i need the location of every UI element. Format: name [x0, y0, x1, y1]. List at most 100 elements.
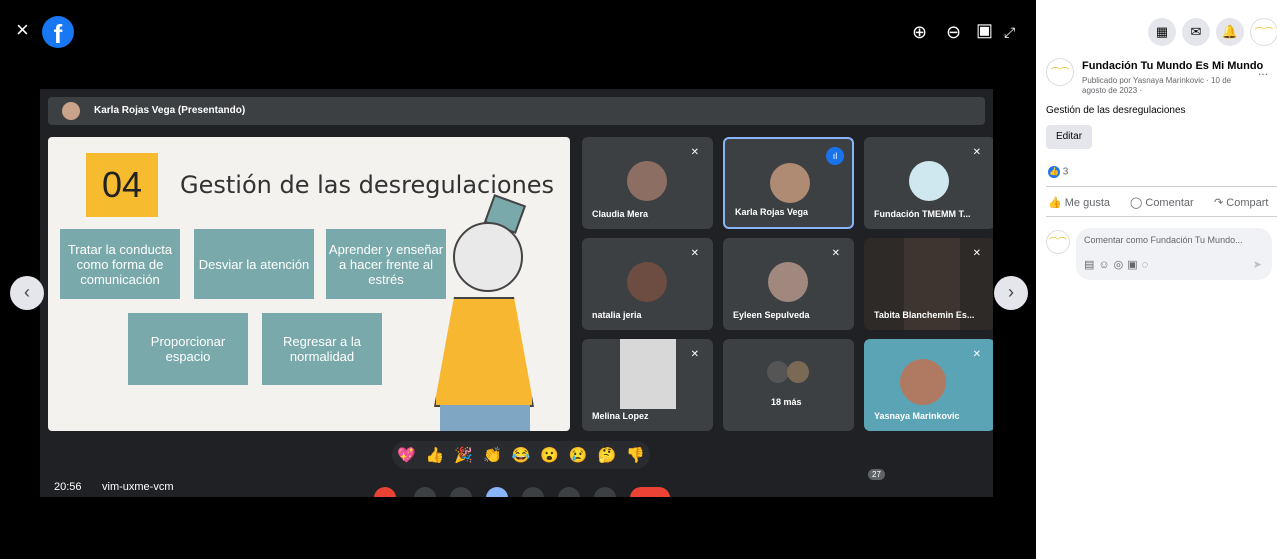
reaction-emoji[interactable]: 💖 — [397, 446, 416, 464]
participant-avatars — [787, 361, 809, 383]
menu-grid-icon[interactable]: ▦ — [1148, 18, 1176, 46]
page-avatar[interactable]: ⌒⌒ — [1046, 58, 1074, 86]
messenger-icon[interactable]: ✉ — [1182, 18, 1210, 46]
page-name[interactable]: Fundación Tu Mundo Es Mi Mundo — [1082, 60, 1263, 72]
leave-call-button[interactable] — [630, 487, 670, 497]
zoom-out-icon[interactable]: ⊖ — [946, 22, 961, 42]
slide-number: 04 — [86, 153, 158, 217]
tag-icon[interactable]: ▣ — [976, 20, 993, 40]
reaction-emoji[interactable]: 😂 — [512, 446, 531, 464]
zoom-in-icon[interactable]: ⊕ — [912, 22, 927, 42]
participant-tile: ✕ Fundación TMEMM T... — [864, 137, 993, 229]
reactions-button[interactable] — [486, 487, 508, 497]
presentation-slide: 04 Gestión de las desregulaciones Tratar… — [48, 137, 570, 431]
divider — [1046, 186, 1277, 187]
participant-name: Yasnaya Marinkovic — [874, 411, 960, 421]
participant-name: Melina Lopez — [592, 411, 649, 421]
meet-screenshot: Karla Rojas Vega (Presentando) 04 Gestió… — [40, 89, 993, 497]
camera-button[interactable] — [414, 487, 436, 497]
meeting-code: vim-uxme-vcm — [102, 481, 174, 493]
like-icon: 👍 — [1048, 166, 1060, 178]
meet-bottom-bar: 20:56 vim-uxme-vcm 27 — [40, 469, 993, 497]
comment-placeholder: Comentar como Fundación Tu Mundo... — [1084, 235, 1243, 245]
presenter-avatar — [62, 102, 80, 120]
more-options-button[interactable] — [594, 487, 616, 497]
top-nav-icons: ▦ ✉ 🔔 ⌒⌒ — [1036, 18, 1277, 46]
participant-tile-speaking: ıl Karla Rojas Vega — [723, 137, 854, 229]
share-label: Compart — [1226, 197, 1269, 209]
comment-label: Comentar — [1145, 197, 1194, 209]
more-options-icon[interactable]: ... — [1258, 64, 1268, 78]
divider — [1046, 216, 1277, 217]
reaction-emoji[interactable]: 🎉 — [454, 446, 473, 464]
participant-name: Claudia Mera — [592, 209, 649, 219]
participant-name: natalia jeria — [592, 310, 642, 320]
speaking-icon: ıl — [826, 147, 844, 165]
reaction-emoji[interactable]: 👎 — [626, 446, 645, 464]
participant-name: Fundación TMEMM T... — [874, 209, 971, 219]
participant-tile: ✕ Yasnaya Marinkovic — [864, 339, 993, 431]
raise-hand-button[interactable] — [558, 487, 580, 497]
mic-off-icon: ✕ — [690, 147, 699, 158]
participant-video — [620, 339, 676, 409]
participant-name: Karla Rojas Vega — [735, 207, 809, 217]
mic-off-icon: ✕ — [690, 349, 699, 360]
like-count: 3 — [1062, 166, 1069, 178]
like-label: Me gusta — [1064, 197, 1111, 209]
share-button[interactable]: ↷ Compart — [1214, 196, 1268, 209]
close-icon[interactable]: × — [16, 19, 29, 41]
mic-off-icon: ✕ — [831, 248, 840, 259]
mic-off-icon: ✕ — [972, 349, 981, 360]
reaction-emoji[interactable]: 🤔 — [598, 446, 617, 464]
post-meta: Publicado por Yasnaya Marinkovic · 10 de… — [1082, 76, 1232, 95]
participant-avatar — [770, 163, 810, 203]
slide-box-3: Aprender y enseñar a hacer frente al est… — [326, 229, 446, 299]
slide-box-4: Proporcionar espacio — [128, 313, 248, 385]
captions-button[interactable] — [450, 487, 472, 497]
participant-tile: ✕ Tabita Blanchemin Es... — [864, 238, 993, 330]
profile-avatar[interactable]: ⌒⌒ — [1250, 18, 1277, 46]
slide-box-1: Tratar la conducta como forma de comunic… — [60, 229, 180, 299]
reaction-emoji[interactable]: 😮 — [540, 446, 559, 464]
comment-tools[interactable]: ▤☺◎▣◌ — [1084, 258, 1152, 271]
participant-name: Tabita Blanchemin Es... — [874, 310, 975, 320]
comment-button[interactable]: ◯ Comentar — [1130, 196, 1194, 209]
reaction-summary[interactable]: 👍 3 — [1048, 166, 1068, 178]
commenter-avatar: ⌒⌒ — [1046, 230, 1070, 254]
participant-tile: ✕ natalia jeria — [582, 238, 713, 330]
participant-name: Eyleen Sepulveda — [733, 310, 810, 320]
participant-avatars — [767, 361, 789, 383]
girl-shirt-illustration — [434, 297, 534, 407]
like-button[interactable]: 👍 Me gusta — [1048, 196, 1110, 209]
facebook-logo[interactable]: f — [42, 16, 74, 49]
presenter-bar: Karla Rojas Vega (Presentando) — [48, 97, 985, 125]
reaction-emoji[interactable]: 👍 — [426, 446, 445, 464]
mic-off-icon: ✕ — [972, 147, 981, 158]
participant-avatar — [909, 161, 949, 201]
reaction-emoji[interactable]: 👏 — [483, 446, 502, 464]
mic-button[interactable] — [374, 487, 396, 497]
mic-off-icon: ✕ — [972, 248, 981, 259]
slide-box-2: Desviar la atención — [194, 229, 314, 299]
reactions-bar: 💖 👍 🎉 👏 😂 😮 😢 🤔 👎 — [392, 441, 650, 469]
presenter-label: Karla Rojas Vega (Presentando) — [94, 105, 246, 116]
fullscreen-icon[interactable]: ⤢ — [1004, 22, 1015, 42]
photo-viewer: × f ⊕ ⊖ ▣ ⤢ Karla Rojas Vega (Presentand… — [0, 0, 1036, 559]
meeting-time: 20:56 — [54, 481, 82, 493]
girl-head-illustration — [453, 222, 523, 292]
edit-button[interactable]: Editar — [1046, 125, 1092, 149]
send-icon[interactable]: ➤ — [1253, 258, 1262, 271]
participant-avatar — [627, 161, 667, 201]
more-participants-tile[interactable]: 18 más — [723, 339, 854, 431]
notifications-icon[interactable]: 🔔 — [1216, 18, 1244, 46]
previous-photo-button[interactable]: ‹ — [10, 276, 44, 310]
reaction-emoji[interactable]: 😢 — [569, 446, 588, 464]
mic-off-icon: ✕ — [690, 248, 699, 259]
next-photo-button[interactable]: › — [994, 276, 1028, 310]
more-participants-label: 18 más — [771, 397, 802, 407]
present-button[interactable] — [522, 487, 544, 497]
participant-video — [900, 359, 946, 405]
post-panel: ▦ ✉ 🔔 ⌒⌒ ⌒⌒ Fundación Tu Mundo Es Mi Mun… — [1036, 0, 1277, 559]
participant-tile: ✕ Eyleen Sepulveda — [723, 238, 854, 330]
comment-input[interactable]: Comentar como Fundación Tu Mundo... ▤☺◎▣… — [1076, 228, 1272, 280]
